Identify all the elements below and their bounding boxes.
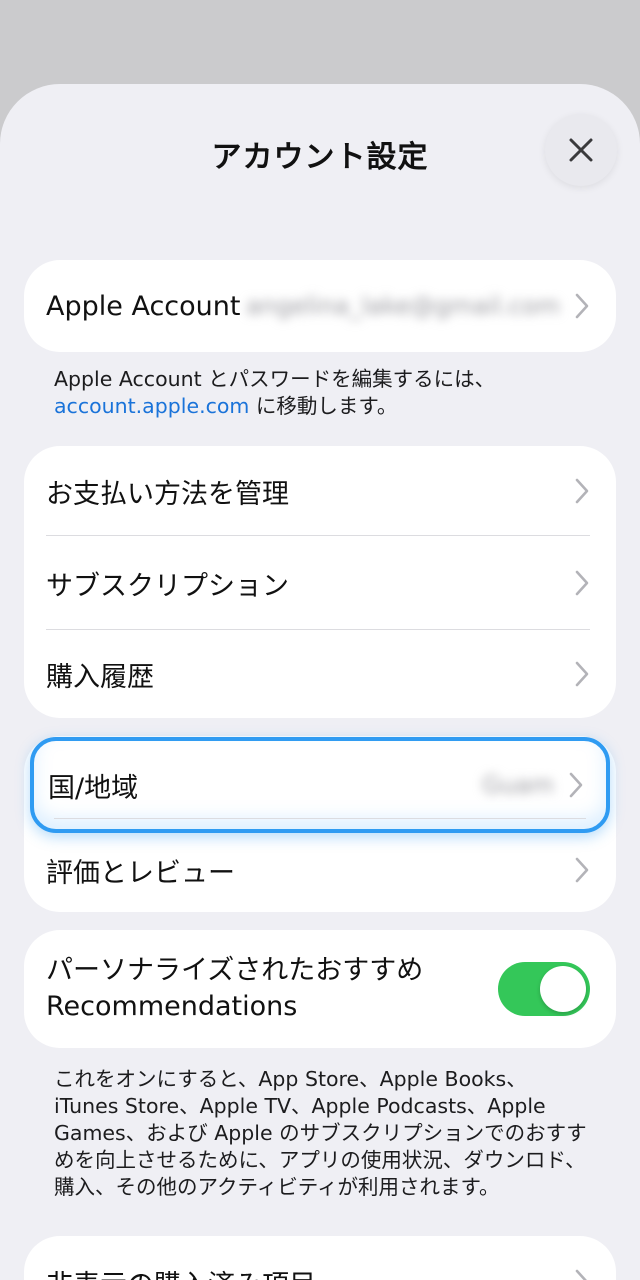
ratings-reviews-row[interactable]: 評価とレビュー bbox=[24, 828, 616, 912]
personalized-recommendations-toggle[interactable] bbox=[498, 962, 590, 1016]
country-region-label: 国/地域 bbox=[48, 772, 139, 804]
apple-account-note-line2: に移動します。 bbox=[249, 394, 398, 418]
country-region-value: Guam bbox=[482, 771, 554, 799]
apple-account-note-line1: Apple Account とパスワードを編集するには、 bbox=[54, 367, 496, 391]
apple-account-group: Apple Account angelina_lake@gmail.com bbox=[24, 260, 616, 352]
country-region-row[interactable]: 国/地域 Guam bbox=[30, 737, 610, 833]
personalized-label-line2: Recommendations bbox=[46, 991, 298, 1022]
personalized-recommendations-group: パーソナライズされたおすすめ Recommendations bbox=[24, 930, 616, 1048]
subscriptions-label: サブスクリプション bbox=[46, 570, 289, 602]
hidden-purchases-group: 非表示の購入済み項目 bbox=[24, 1236, 616, 1280]
hidden-purchases-label: 非表示の購入済み項目 bbox=[46, 1263, 316, 1280]
divider bbox=[54, 818, 586, 819]
subscriptions-row[interactable]: サブスクリプション bbox=[24, 536, 616, 630]
chevron-right-icon bbox=[575, 570, 589, 596]
personalized-recommendations-row: パーソナライズされたおすすめ Recommendations bbox=[24, 930, 616, 1048]
purchase-settings-group: お支払い方法を管理 サブスクリプション 購入履歴 bbox=[24, 446, 616, 718]
personalized-label-line1: パーソナライズされたおすすめ bbox=[46, 955, 424, 986]
toggle-knob bbox=[540, 966, 586, 1012]
purchase-history-label: 購入履歴 bbox=[46, 661, 154, 693]
account-apple-link[interactable]: account.apple.com bbox=[54, 394, 249, 418]
personalized-recommendations-label: パーソナライズされたおすすめ Recommendations bbox=[46, 953, 423, 1025]
chevron-right-icon bbox=[575, 857, 589, 883]
close-icon bbox=[569, 138, 593, 162]
purchase-history-row[interactable]: 購入履歴 bbox=[24, 630, 616, 718]
apple-account-label: Apple Account bbox=[46, 290, 241, 322]
personalized-note: これをオンにすると、App Store、Apple Books、iTunes S… bbox=[54, 1067, 587, 1199]
chevron-right-icon bbox=[575, 293, 589, 319]
manage-payment-row[interactable]: お支払い方法を管理 bbox=[24, 446, 616, 536]
apple-account-email: angelina_lake@gmail.com bbox=[246, 292, 560, 320]
ratings-reviews-label: 評価とレビュー bbox=[46, 857, 235, 889]
account-settings-sheet: アカウント設定 Apple Account angelina_lake@gmai… bbox=[0, 84, 640, 1280]
apple-account-row[interactable]: Apple Account angelina_lake@gmail.com bbox=[24, 260, 616, 352]
chevron-right-icon bbox=[575, 1269, 587, 1280]
chevron-right-icon bbox=[569, 772, 583, 798]
hidden-purchases-row[interactable]: 非表示の購入済み項目 bbox=[24, 1236, 616, 1280]
apple-account-note: Apple Account とパスワードを編集するには、 account.app… bbox=[54, 366, 594, 420]
close-button[interactable] bbox=[545, 114, 617, 186]
chevron-right-icon bbox=[575, 478, 589, 504]
sheet-title: アカウント設定 bbox=[211, 140, 429, 175]
chevron-right-icon bbox=[575, 661, 589, 687]
manage-payment-label: お支払い方法を管理 bbox=[46, 478, 289, 510]
